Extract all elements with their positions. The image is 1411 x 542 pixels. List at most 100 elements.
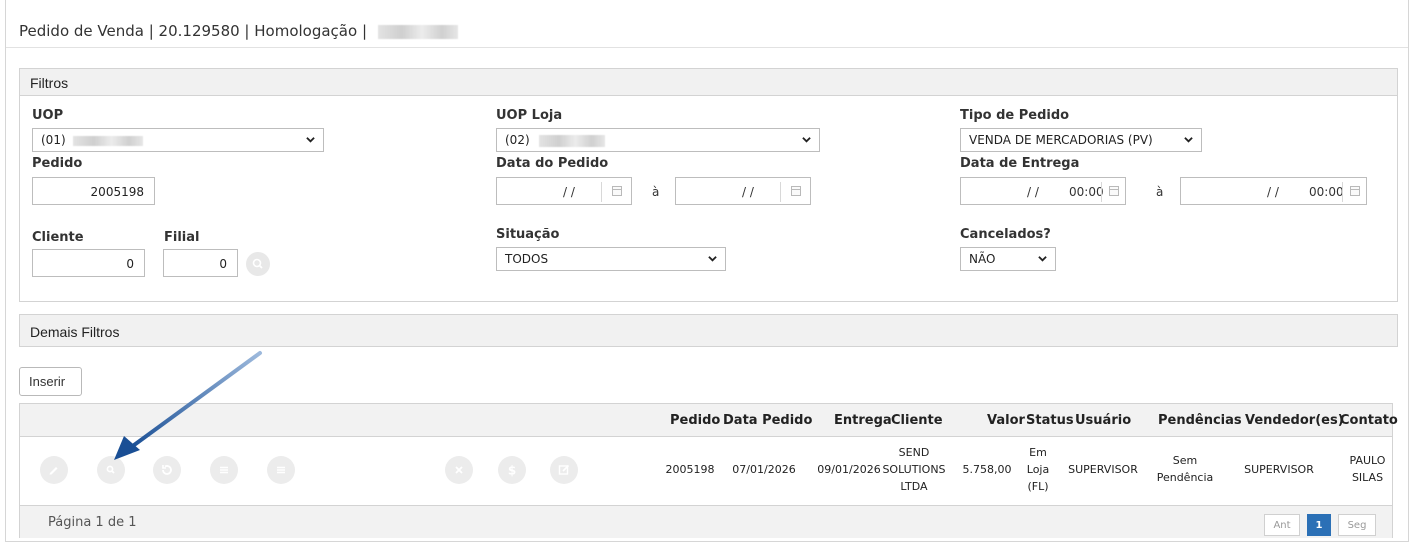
cliente-input[interactable]: 0 xyxy=(32,249,145,277)
col-header-usuario[interactable]: Usuário xyxy=(1075,413,1131,428)
uop-select-value: (01) xyxy=(41,133,66,147)
edit-icon xyxy=(49,467,58,475)
data-pedido-from-input[interactable]: / / xyxy=(496,177,632,205)
data-pedido-to-value: / / xyxy=(742,185,754,199)
input-divider xyxy=(780,182,781,202)
cell-cliente-line: SOLUTIONS xyxy=(882,463,946,476)
page-title: Pedido de Venda | 20.129580 | Homologaçã… xyxy=(19,22,458,40)
data-entrega-to-value: / / xyxy=(1267,185,1279,199)
cell-pendencias-line: Sem xyxy=(1172,454,1198,467)
col-header-pendencias[interactable]: Pendências xyxy=(1158,413,1242,428)
cell-contato-line: SILAS xyxy=(1351,471,1384,484)
edit-button[interactable] xyxy=(40,456,68,484)
payment-button[interactable]: $ xyxy=(498,456,526,484)
chevron-down-icon xyxy=(1038,256,1047,262)
cell-status-line: Em xyxy=(1029,446,1047,459)
main-frame: Pedido de Venda | 20.129580 | Homologaçã… xyxy=(5,0,1409,542)
redacted-text xyxy=(539,134,606,147)
cell-status-line: (FL) xyxy=(1027,480,1049,493)
cancelados-label: Cancelados? xyxy=(960,227,1051,242)
cell-cliente: SEND SOLUTIONS LTDA xyxy=(882,444,946,495)
page-title-text: Pedido de Venda | 20.129580 | Homologaçã… xyxy=(19,22,367,40)
edit-note-button[interactable] xyxy=(550,456,578,484)
search-cliente-button[interactable] xyxy=(246,252,270,276)
tipo-pedido-select[interactable]: VENDA DE MERCADORIAS (PV) xyxy=(960,128,1202,152)
svg-text:$: $ xyxy=(508,464,516,478)
calendar-icon[interactable] xyxy=(791,186,801,196)
insert-button[interactable]: Inserir xyxy=(19,367,82,396)
cancelados-select[interactable]: NÃO xyxy=(960,247,1056,271)
input-divider xyxy=(1342,182,1343,202)
data-pedido-label: Data do Pedido xyxy=(496,156,609,171)
filters-panel-body: UOP (01) UOP Loja (02) Tipo de Pedido VE… xyxy=(19,96,1398,302)
col-header-valor[interactable]: Valor xyxy=(987,413,1025,428)
uop-loja-select-value: (02) xyxy=(505,133,530,147)
pedido-label: Pedido xyxy=(32,156,83,171)
uop-loja-select[interactable]: (02) xyxy=(496,128,820,152)
col-header-pedido[interactable]: Pedido xyxy=(670,413,720,428)
cell-pedido: 2005198 xyxy=(665,463,715,476)
cell-contato-line: PAULO xyxy=(1349,454,1386,467)
next-page-button[interactable]: Seg xyxy=(1338,514,1376,536)
calendar-icon[interactable] xyxy=(1109,186,1119,196)
tipo-pedido-select-value: VENDA DE MERCADORIAS (PV) xyxy=(969,133,1153,147)
cell-valor: 5.758,00 xyxy=(962,463,1012,476)
cancel-button[interactable] xyxy=(445,456,473,484)
list-button[interactable] xyxy=(210,456,238,484)
filters-panel-title: Filtros xyxy=(30,75,69,91)
cell-status: Em Loja (FL) xyxy=(1018,444,1058,495)
list-icon xyxy=(277,466,285,474)
cell-cliente-line: SEND xyxy=(898,446,930,459)
col-header-entrega[interactable]: Entrega xyxy=(834,413,892,428)
col-header-vendedores[interactable]: Vendedor(es) xyxy=(1245,413,1344,428)
data-pedido-to-input[interactable]: / / xyxy=(675,177,811,205)
list-icon xyxy=(220,466,228,474)
col-header-status[interactable]: Status xyxy=(1026,413,1074,428)
calendar-icon[interactable] xyxy=(612,186,622,196)
data-entrega-to-input[interactable]: / / 00:00 xyxy=(1180,177,1367,205)
col-header-cliente[interactable]: Cliente xyxy=(891,413,943,428)
more-filters-panel-title: Demais Filtros xyxy=(30,324,120,340)
date-range-separator: à xyxy=(652,185,660,199)
redacted-text xyxy=(73,135,144,146)
cell-pendencias: Sem Pendência xyxy=(1150,452,1220,486)
cell-vendedores: SUPERVISOR xyxy=(1244,463,1314,476)
cell-entrega: 09/01/2026 xyxy=(817,463,881,476)
situacao-select[interactable]: TODOS xyxy=(496,247,726,271)
cell-data-pedido: 07/01/2026 xyxy=(732,463,796,476)
more-filters-panel-header[interactable]: Demais Filtros xyxy=(19,314,1398,347)
cell-pendencias-line: Pendência xyxy=(1156,471,1214,484)
uop-select[interactable]: (01) xyxy=(32,128,324,152)
page-info: Página 1 de 1 xyxy=(48,515,137,530)
data-entrega-from-input[interactable]: / / 00:00 xyxy=(960,177,1126,205)
situacao-label: Situação xyxy=(496,227,560,242)
col-header-data-pedido[interactable]: Data Pedido xyxy=(723,413,812,428)
search-icon xyxy=(252,258,263,269)
situacao-select-value: TODOS xyxy=(505,252,549,266)
tipo-pedido-label: Tipo de Pedido xyxy=(960,108,1070,123)
chevron-down-icon xyxy=(708,256,717,262)
filial-input[interactable]: 0 xyxy=(163,249,238,277)
table-footer: Página 1 de 1 Ant 1 Seg xyxy=(20,505,1392,538)
input-divider xyxy=(601,182,602,202)
page-1-button[interactable]: 1 xyxy=(1307,514,1331,536)
prev-page-button[interactable]: Ant xyxy=(1264,514,1300,536)
chevron-down-icon xyxy=(802,137,811,143)
table-header: Pedido Data Pedido Entrega Cliente Valor… xyxy=(20,404,1398,437)
col-header-contato[interactable]: Contato xyxy=(1340,413,1398,428)
dollar-icon: $ xyxy=(508,464,516,478)
history-icon xyxy=(162,465,172,475)
list-button[interactable] xyxy=(267,456,295,484)
cell-contato: PAULO SILAS xyxy=(1345,452,1390,486)
view-button[interactable] xyxy=(97,456,125,484)
uop-loja-label: UOP Loja xyxy=(496,108,563,123)
data-entrega-label: Data de Entrega xyxy=(960,156,1080,171)
calendar-icon[interactable] xyxy=(1350,186,1360,196)
filters-panel-header[interactable]: Filtros xyxy=(19,68,1398,96)
filial-label: Filial xyxy=(164,230,200,245)
cancelados-select-value: NÃO xyxy=(969,252,996,266)
edit-note-icon xyxy=(558,464,570,475)
pedido-input[interactable]: 2005198 xyxy=(32,177,155,205)
search-icon xyxy=(106,465,115,474)
history-button[interactable] xyxy=(153,456,181,484)
